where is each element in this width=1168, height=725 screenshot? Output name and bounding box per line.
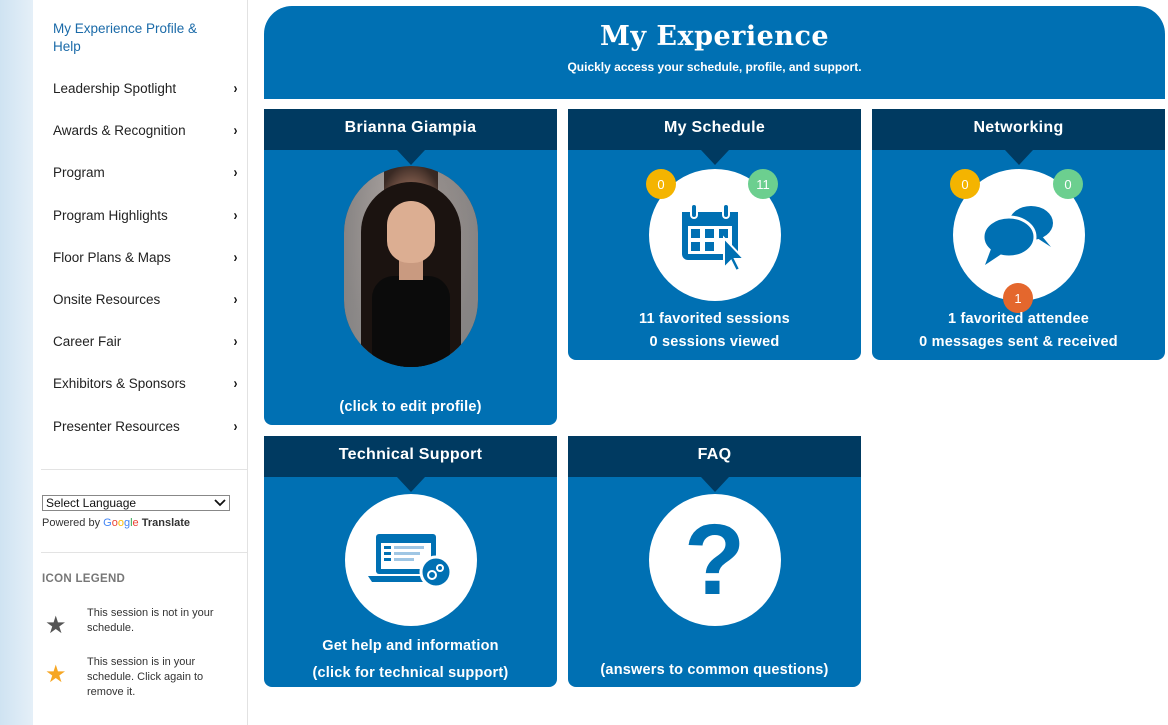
powered-by-label: Powered by [42,517,101,529]
schedule-badge-left: 0 [646,169,676,199]
chat-bubbles-icon [981,206,1053,265]
sidebar-item-label: Awards & Recognition [53,123,186,138]
support-text-line2: (click for technical support) [312,665,509,681]
faq-icon-circle: ? [648,494,781,626]
sidebar-item-label: Onsite Resources [53,292,161,307]
favorited-attendee-text: 1 favorited attendee [948,311,1089,327]
page-header: My Experience Quickly access your schedu… [264,6,1165,99]
page-title: My Experience [599,21,830,52]
sidebar-item-career-fair[interactable]: Career Fair › [53,333,238,350]
question-mark-icon: ? [683,504,746,616]
sidebar-item-onsite-resources[interactable]: Onsite Resources › [53,291,238,308]
sidebar-item-my-experience-profile-help[interactable]: My Experience Profile & Help [53,20,223,56]
divider [41,469,247,470]
sidebar-item-label: Floor Plans & Maps [53,250,171,265]
sidebar-item-label: Leadership Spotlight [53,81,177,96]
chevron-right-icon: › [233,122,238,139]
page-subtitle: Quickly access your schedule, profile, a… [567,60,862,74]
my-schedule-tile[interactable]: My Schedule 0 11 11 favorited sessions 0… [568,109,861,360]
sessions-viewed-text: 0 sessions viewed [649,334,780,350]
sidebar-item-program[interactable]: Program › [53,164,238,181]
laptop-gear-icon [367,534,452,589]
chevron-right-icon: › [233,249,238,266]
chevron-right-icon: › [233,80,238,97]
technical-support-tile[interactable]: Technical Support Get help and informati… [264,436,557,687]
favorited-sessions-text: 11 favorited sessions [639,311,790,327]
sidebar-item-awards-recognition[interactable]: Awards & Recognition › [53,122,238,139]
chevron-right-icon: › [233,333,238,350]
faq-caption: (answers to common questions) [600,662,829,678]
tile-notch [700,477,729,492]
sidebar-item-leadership-spotlight[interactable]: Leadership Spotlight › [53,80,238,97]
chevron-right-icon: › [233,291,238,308]
sidebar-item-floor-plans-maps[interactable]: Floor Plans & Maps › [53,249,238,266]
chevron-right-icon: › [233,418,238,435]
legend-text: This session is not in your schedule. [87,607,214,634]
translate-label: Translate [141,517,191,529]
profile-photo [344,166,478,367]
networking-badge-left: 0 [950,169,980,199]
divider [41,552,247,553]
sidebar: My Experience Profile & Help Leadership … [33,0,248,725]
sidebar-item-label: Program [53,165,105,180]
tile-title: My Schedule [568,109,861,150]
sidebar-item-label: Exhibitors & Sponsors [53,376,186,391]
tile-title: Networking [872,109,1165,150]
sidebar-item-presenter-resources[interactable]: Presenter Resources › [53,418,238,435]
star-orange-icon: ★ [45,661,67,688]
edit-profile-caption: (click to edit profile) [339,399,482,415]
tile-notch [396,477,425,492]
support-text-line1: Get help and information [322,638,499,654]
icon-legend-title: ICON LEGEND [42,573,126,585]
sidebar-item-label: Program Highlights [53,208,168,223]
chevron-right-icon: › [233,375,238,392]
legend-text: This session is in your schedule. Click … [87,656,204,698]
networking-tile[interactable]: Networking 0 0 1 1 favorited attendee 0 … [872,109,1165,360]
sidebar-item-exhibitors-sponsors[interactable]: Exhibitors & Sponsors › [53,375,238,392]
sidebar-item-label: Career Fair [53,334,122,349]
powered-by-google-translate[interactable]: Powered by Google Translate [42,517,190,529]
tile-notch [396,150,425,165]
sidebar-item-label: Presenter Resources [53,419,180,434]
legend-row: ★ This session is in your schedule. Clic… [42,655,237,700]
tile-notch [1004,150,1033,165]
schedule-badge-right: 11 [748,169,778,199]
chevron-right-icon: › [233,164,238,181]
chevron-down-icon [214,499,226,507]
language-select-value: Select Language [46,496,137,510]
calendar-cursor-icon [681,203,746,272]
tile-title: FAQ [568,436,861,477]
networking-badge-right: 0 [1053,169,1083,199]
google-logo-icon: Google [103,517,139,529]
tile-title: Technical Support [264,436,557,477]
support-icon-circle [344,494,477,626]
language-select[interactable]: Select Language [42,495,230,511]
chevron-right-icon: › [233,207,238,224]
star-gray-icon: ★ [45,612,67,639]
sidebar-item-program-highlights[interactable]: Program Highlights › [53,207,238,224]
legend-row: ★ This session is not in your schedule. [42,606,237,646]
tile-title: Brianna Giampia [264,109,557,150]
messages-text: 0 messages sent & received [919,334,1118,350]
tile-notch [700,150,729,165]
faq-tile[interactable]: FAQ ? (answers to common questions) [568,436,861,687]
profile-tile[interactable]: Brianna Giampia (click to edit profile) [264,109,557,425]
networking-badge-bottom: 1 [1003,283,1033,313]
